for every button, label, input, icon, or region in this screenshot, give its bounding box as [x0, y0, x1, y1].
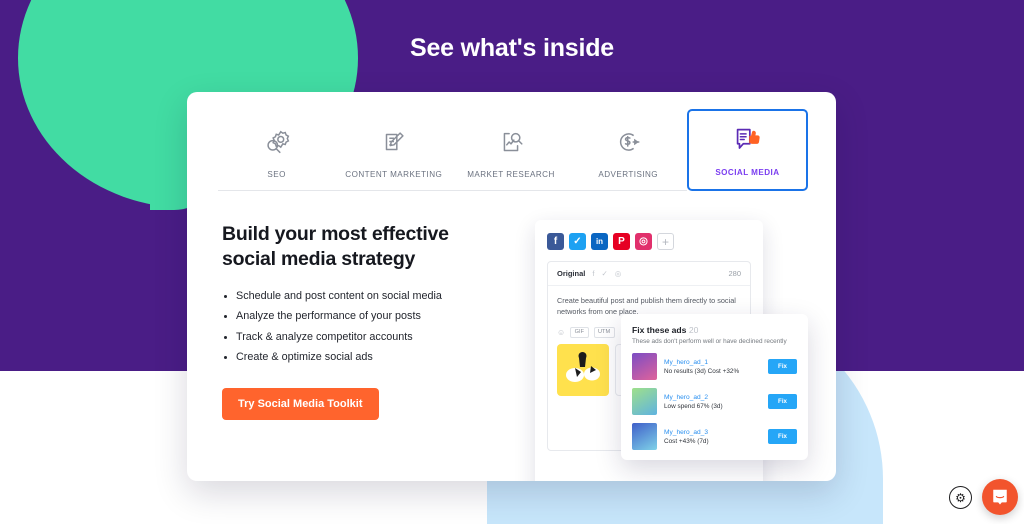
ad-stat: No results (3d) Cost +32% — [664, 367, 740, 375]
instagram-icon[interactable]: ◎ — [635, 233, 652, 250]
twitter-mini-icon[interactable]: ✓ — [601, 269, 607, 278]
fix-button[interactable]: Fix — [768, 359, 797, 374]
tab-label: ADVERTISING — [598, 170, 659, 179]
pinterest-icon[interactable]: P — [613, 233, 630, 250]
fix-ads-subtitle: These ads don't perform well or have dec… — [632, 338, 787, 345]
feature-card: SEO CONTENT MARKETING MARKET RESEARCH AD… — [187, 92, 836, 481]
emoji-icon[interactable]: ☺ — [557, 328, 565, 337]
feature-headline: Build your most effective social media s… — [222, 223, 449, 270]
list-item: Analyze the performance of your posts — [222, 310, 482, 322]
settings-gear-icon[interactable]: ⚙ — [949, 486, 972, 509]
linkedin-icon[interactable]: in — [591, 233, 608, 250]
table-row: My_hero_ad_1 No results (3d) Cost +32% F… — [632, 353, 797, 380]
facebook-mini-icon[interactable]: f — [592, 269, 594, 278]
tab-bar: SEO CONTENT MARKETING MARKET RESEARCH AD… — [218, 109, 809, 191]
post-editor-header: Original f ✓ ◎ 280 — [548, 262, 750, 286]
tab-label: SEO — [267, 170, 286, 179]
feature-description: Build your most effective social media s… — [222, 222, 482, 420]
feature-bullet-list: Schedule and post content on social medi… — [222, 290, 482, 363]
twitter-icon[interactable]: ✓ — [569, 233, 586, 250]
ad-name-link[interactable]: My_hero_ad_1 — [664, 359, 761, 366]
page-title: See what's inside — [409, 34, 614, 62]
ad-name-link[interactable]: My_hero_ad_2 — [664, 394, 761, 401]
list-item: Track & analyze competitor accounts — [222, 331, 482, 343]
tab-market-research[interactable]: MARKET RESEARCH — [452, 112, 570, 191]
post-image-thumbnail[interactable] — [557, 343, 609, 396]
character-count: 280 — [728, 269, 741, 278]
table-row: My_hero_ad_2 Low spend 67% (3d) Fix — [632, 388, 797, 415]
tab-social-media[interactable]: SOCIAL MEDIA — [686, 109, 809, 191]
fix-ads-title: Fix these ads 20 — [632, 325, 797, 335]
document-pencil-icon — [337, 125, 450, 159]
seo-magnifier-gear-icon — [220, 125, 333, 159]
try-social-media-toolkit-button[interactable]: Try Social Media Toolkit — [222, 387, 379, 420]
ad-stat: Cost +43% (7d) — [664, 437, 709, 445]
tab-label: SOCIAL MEDIA — [715, 168, 780, 177]
intercom-chat-icon — [993, 489, 1007, 505]
ad-name-link[interactable]: My_hero_ad_3 — [664, 429, 761, 436]
fix-ads-title-text: Fix these ads — [632, 325, 687, 335]
fix-button[interactable]: Fix — [768, 429, 797, 444]
ad-thumbnail[interactable] — [632, 423, 657, 450]
tab-label: MARKET RESEARCH — [467, 170, 555, 179]
fix-button[interactable]: Fix — [768, 394, 797, 409]
post-tab-original[interactable]: Original — [557, 269, 585, 278]
gif-button[interactable]: GIF — [570, 326, 589, 338]
speech-bubble-thumbsup-icon — [691, 123, 804, 157]
report-magnifier-icon — [454, 125, 567, 159]
fix-ads-panel: Fix these ads 20 These ads don't perform… — [621, 314, 808, 460]
ad-info: My_hero_ad_2 Low spend 67% (3d) — [664, 394, 761, 410]
social-network-selector: f ✓ in P ◎ + — [547, 233, 751, 250]
dollar-cursor-icon — [572, 125, 685, 159]
tab-label: CONTENT MARKETING — [345, 170, 443, 179]
fix-ads-count: 20 — [688, 325, 699, 335]
page-root: See what's inside SEO CONTENT MARKETING … — [0, 0, 1024, 524]
add-network-icon[interactable]: + — [657, 233, 674, 250]
instagram-mini-icon[interactable]: ◎ — [615, 269, 622, 278]
ad-stat: Low spend 67% (3d) — [664, 402, 723, 410]
ad-thumbnail[interactable] — [632, 353, 657, 380]
facebook-icon[interactable]: f — [547, 233, 564, 250]
tab-content-marketing[interactable]: CONTENT MARKETING — [335, 112, 453, 191]
ad-thumbnail[interactable] — [632, 388, 657, 415]
list-item: Schedule and post content on social medi… — [222, 290, 482, 302]
tab-seo[interactable]: SEO — [218, 112, 336, 191]
tab-advertising[interactable]: ADVERTISING — [569, 112, 687, 191]
ad-info: My_hero_ad_1 No results (3d) Cost +32% — [664, 359, 761, 375]
intercom-chat-button[interactable] — [982, 479, 1018, 515]
ad-info: My_hero_ad_3 Cost +43% (7d) — [664, 429, 761, 445]
utm-button[interactable]: UTM — [593, 326, 615, 338]
table-row: My_hero_ad_3 Cost +43% (7d) Fix — [632, 423, 797, 450]
list-item: Create & optimize social ads — [222, 351, 482, 363]
